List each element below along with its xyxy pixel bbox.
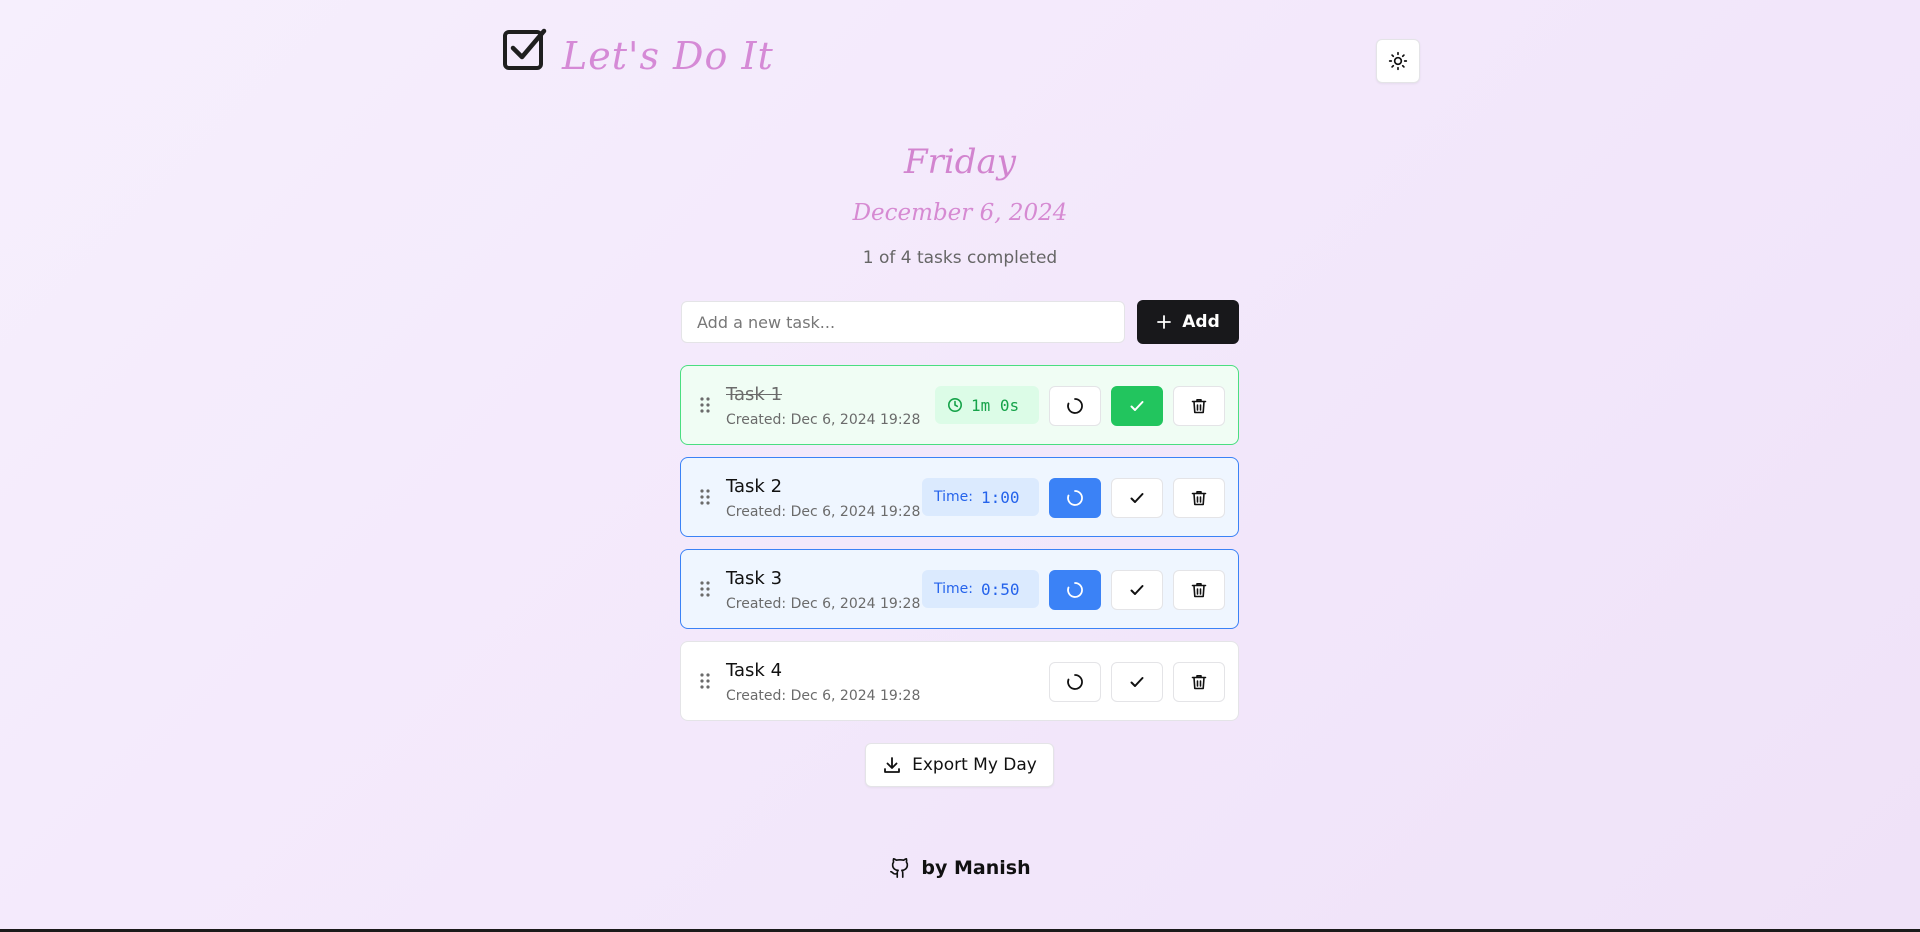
download-icon (884, 757, 901, 773)
check-icon (1130, 493, 1144, 503)
export-my-day-button[interactable]: Export My Day (865, 743, 1054, 787)
task-card: Task 1 Created: Dec 6, 2024 19:28 1m 0s (680, 365, 1239, 445)
task-title: Task 4 (726, 660, 783, 681)
app-title: Let's Do It (562, 34, 774, 78)
spinner-icon (1067, 398, 1083, 414)
timer-label: Time: (934, 489, 973, 505)
footer-text: by Manish (921, 857, 1031, 879)
timer-label: Time: (934, 581, 973, 597)
drag-handle-icon[interactable] (699, 396, 711, 414)
drag-handle-icon[interactable] (699, 672, 711, 690)
day-heading: Friday (904, 142, 1016, 182)
complete-button[interactable] (1111, 478, 1163, 518)
drag-handle-icon[interactable] (699, 488, 711, 506)
task-card: Task 4 Created: Dec 6, 2024 19:28 (680, 641, 1239, 721)
timer-button[interactable] (1049, 478, 1101, 518)
task-timer: Time: 0:50 (922, 570, 1039, 608)
spinner-icon (1067, 582, 1083, 598)
spinner-icon (1067, 490, 1083, 506)
task-title: Task 2 (726, 476, 783, 497)
theme-toggle-button[interactable] (1376, 39, 1420, 83)
sun-icon (1388, 51, 1408, 71)
new-task-input[interactable] (681, 301, 1125, 343)
timer-value: 1:00 (980, 487, 1020, 507)
timer-button[interactable] (1049, 386, 1101, 426)
export-label: Export My Day (912, 755, 1037, 775)
task-created: Created: Dec 6, 2024 19:28 (726, 412, 921, 428)
author-link[interactable]: by Manish (889, 856, 1031, 880)
trash-icon (1191, 491, 1207, 506)
complete-button[interactable] (1111, 570, 1163, 610)
timer-button[interactable] (1049, 570, 1101, 610)
drag-handle-icon[interactable] (699, 580, 711, 598)
task-title: Task 3 (726, 568, 783, 589)
spinner-icon (1067, 674, 1083, 690)
add-task-button[interactable]: Add (1137, 300, 1239, 344)
task-timer: 1m 0s (935, 386, 1039, 424)
trash-icon (1191, 583, 1207, 598)
task-title: Task 1 (726, 384, 783, 405)
trash-icon (1191, 399, 1207, 414)
task-created: Created: Dec 6, 2024 19:28 (726, 688, 921, 704)
task-timer: Time: 1:00 (922, 478, 1039, 516)
complete-button[interactable] (1111, 662, 1163, 702)
clock-icon (948, 398, 962, 412)
complete-button[interactable] (1111, 386, 1163, 426)
delete-button[interactable] (1173, 570, 1225, 610)
check-icon (1130, 677, 1144, 687)
footer: by Manish (0, 856, 1920, 880)
timer-value: 1m 0s (971, 395, 1020, 415)
delete-button[interactable] (1173, 662, 1225, 702)
task-progress: 1 of 4 tasks completed (862, 248, 1058, 268)
task-card: Task 2 Created: Dec 6, 2024 19:28 Time: … (680, 457, 1239, 537)
date-subheading: December 6, 2024 (852, 200, 1068, 226)
add-button-label: Add (1182, 312, 1220, 332)
delete-button[interactable] (1173, 386, 1225, 426)
check-icon (1130, 585, 1144, 595)
task-created: Created: Dec 6, 2024 19:28 (726, 596, 921, 612)
check-icon (1130, 401, 1144, 411)
trash-icon (1191, 675, 1207, 690)
delete-button[interactable] (1173, 478, 1225, 518)
task-created: Created: Dec 6, 2024 19:28 (726, 504, 921, 520)
checkbox-icon (503, 28, 547, 70)
plus-icon (1157, 315, 1172, 329)
github-icon (890, 858, 909, 878)
timer-button[interactable] (1049, 662, 1101, 702)
task-card: Task 3 Created: Dec 6, 2024 19:28 Time: … (680, 549, 1239, 629)
timer-value: 0:50 (980, 579, 1020, 599)
